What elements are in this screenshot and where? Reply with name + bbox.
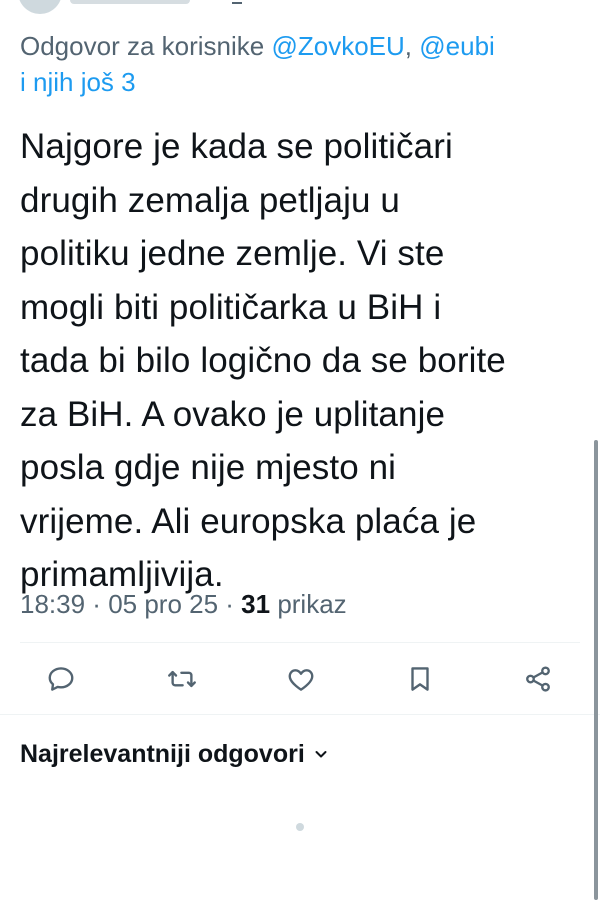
author-name-cut xyxy=(70,0,190,4)
tweet-line: tada bi bilo logično da se borite xyxy=(20,341,506,380)
share-button[interactable] xyxy=(521,662,555,696)
author-handle-cut xyxy=(232,2,242,4)
replies-sort-dropdown[interactable]: Najrelevantniji odgovori xyxy=(20,734,329,774)
tweet-detail-page: Odgovor za korisnike @ZovkoEU, @eubi i n… xyxy=(0,0,600,900)
scrollbar[interactable] xyxy=(594,440,598,900)
share-icon xyxy=(526,666,550,692)
tweet-line: za BiH. A ovako je uplitanje xyxy=(20,394,446,434)
like-icon xyxy=(288,669,314,691)
reply-prefix: Odgovor za korisnike xyxy=(20,31,265,61)
reply-button[interactable] xyxy=(44,662,78,696)
replies-sort-label: Najrelevantniji odgovori xyxy=(20,739,305,768)
mention-link[interactable]: @ZovkoEU xyxy=(271,31,404,61)
tweet-line: Najgore je kada se političari xyxy=(20,127,453,166)
retweet-icon xyxy=(168,670,196,688)
retweet-button[interactable] xyxy=(165,662,199,696)
tweet-line: vrijeme. Ali europska plaća je xyxy=(20,501,477,541)
tweet-line: drugih zemalja petljaju u xyxy=(20,180,400,220)
bookmark-icon xyxy=(411,667,429,691)
views-count[interactable]: 31 xyxy=(241,589,270,619)
chevron-down-icon xyxy=(313,746,329,762)
tweet-line: mogli biti političarka u BiH i xyxy=(20,287,442,327)
reply-icon xyxy=(48,667,74,691)
reply-context: Odgovor za korisnike @ZovkoEU, @eubi i n… xyxy=(20,31,495,97)
tweet-text: Najgore je kada se političari drugih zem… xyxy=(20,120,585,602)
tweet-date[interactable]: 05 pro 25 xyxy=(108,589,218,619)
divider xyxy=(20,642,580,643)
tweet-metadata: 18:39 · 05 pro 25 · 31 prikaz xyxy=(20,589,347,619)
mention-link[interactable]: @eubi xyxy=(419,31,495,61)
loading-indicator xyxy=(296,823,304,831)
previous-tweet-header-cut xyxy=(0,0,600,14)
bookmark-button[interactable] xyxy=(403,662,437,696)
tweet-line: politiku jedne zemlje. Vi ste xyxy=(20,234,445,273)
avatar[interactable] xyxy=(18,0,62,14)
more-mentions-link[interactable]: i njih još 3 xyxy=(20,67,136,97)
tweet-time[interactable]: 18:39 xyxy=(20,589,85,619)
tweet-line: posla gdje nije mjesto ni xyxy=(20,448,397,487)
views-label[interactable]: prikaz xyxy=(270,589,346,619)
like-button[interactable] xyxy=(284,662,318,696)
tweet-actions-bar xyxy=(0,654,600,704)
divider xyxy=(0,714,600,715)
